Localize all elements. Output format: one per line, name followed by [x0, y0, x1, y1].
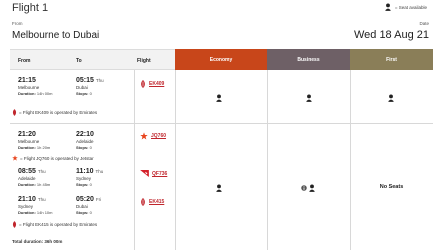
leg3-arrive: 05:20 Fri Dubai Stops: 0 — [76, 196, 102, 215]
operated-by-note: = Flight JQ760 is operated by Jetstar — [12, 155, 94, 161]
emirates-logo-icon — [12, 221, 17, 228]
emirates-logo-icon — [141, 80, 145, 88]
first-seat-available[interactable] — [387, 94, 395, 102]
col-from: From — [18, 58, 31, 64]
jetstar-star-icon — [12, 155, 18, 161]
flight-link-ek409[interactable]: EK409 — [140, 80, 164, 88]
seat-available-icon — [306, 94, 312, 102]
duration-value: 1h 45m — [36, 181, 51, 187]
divider — [267, 70, 268, 250]
stops-value: 0 — [89, 144, 92, 150]
business-seat-available[interactable] — [305, 94, 313, 102]
col-first: First — [350, 49, 433, 70]
option1-depart: 21:15 Melbourne Duration: 14h 00m — [18, 77, 52, 96]
arrive-time: 11:10 — [76, 168, 94, 175]
divider — [10, 123, 433, 124]
depart-time: 21:20 — [18, 131, 36, 138]
depart-time: 21:10 — [18, 196, 36, 203]
arrive-day: Thu — [95, 169, 104, 174]
depart-day: Thu — [37, 197, 46, 202]
option1-arrive: 05:15 Thu Dubai Stops: 0 — [76, 77, 104, 96]
arrive-day: Fri — [95, 197, 102, 202]
seat-available-icon — [216, 94, 222, 102]
leg2-arrive: 11:10 Thu Sydney Stops: 0 — [76, 168, 104, 187]
date-label: Date — [419, 21, 429, 26]
business-seat-available[interactable] — [301, 184, 316, 192]
seat-available-icon — [388, 94, 394, 102]
operated-by-note: = Flight EK409 is operated by Emirates — [12, 109, 97, 116]
jetstar-star-icon — [140, 132, 148, 140]
col-economy: Economy — [175, 49, 267, 70]
table-header: From To Flight — [10, 49, 175, 70]
leg3-depart: 21:10 Thu Sydney Duration: 14h 10m — [18, 196, 53, 215]
arrive-day: Thu — [95, 78, 104, 83]
divider — [134, 70, 135, 250]
col-to: To — [76, 58, 82, 64]
emirates-logo-icon — [141, 198, 145, 206]
depart-time: 08:55 — [18, 168, 36, 175]
info-icon — [301, 185, 307, 191]
route-title: Melbourne to Dubai — [12, 30, 100, 41]
arrive-time: 22:10 — [76, 131, 94, 138]
depart-day: Thu — [37, 169, 46, 174]
flight-title: Flight 1 — [12, 2, 49, 14]
seat-legend-text: = Seat available — [394, 4, 427, 10]
divider — [175, 70, 176, 250]
stops-value: 0 — [89, 209, 92, 215]
seat-available-icon — [385, 3, 391, 11]
seat-available-icon — [309, 184, 315, 192]
col-business: Business — [267, 49, 350, 70]
flight-results-table: From To Flight Economy Business First 21… — [10, 49, 433, 250]
leg1-arrive: 22:10 Adelaide Stops: 0 — [76, 131, 94, 150]
economy-seat-available[interactable] — [215, 184, 223, 192]
seat-legend: = Seat available — [384, 3, 427, 11]
flight-link-jq760[interactable]: JQ760 — [140, 132, 166, 140]
divider — [350, 70, 351, 250]
qantas-logo-icon — [140, 170, 149, 177]
operated-by-note: = Flight EK415 is operated by Emirates — [12, 221, 97, 228]
stops-label: Stops: — [76, 90, 89, 96]
duration-value: 1h 20m — [36, 144, 51, 150]
travel-date: Wed 18 Aug 21 — [353, 29, 429, 41]
economy-seat-available[interactable] — [215, 94, 223, 102]
depart-time: 21:15 — [18, 77, 36, 84]
duration-value: 14h 00m — [36, 90, 53, 96]
arrive-time: 05:20 — [76, 196, 94, 203]
first-no-seats: No Seats — [379, 184, 404, 190]
emirates-logo-icon — [12, 109, 17, 116]
total-duration: Total duration: 36h 00m — [12, 239, 63, 244]
flight-link-ek415[interactable]: EK415 — [140, 198, 164, 206]
stops-value: 0 — [89, 181, 92, 187]
leg1-depart: 21:20 Melbourne Duration: 1h 20m — [18, 131, 51, 150]
arrive-time: 05:15 — [76, 77, 94, 84]
flight-link-qf736[interactable]: QF736 — [140, 170, 167, 177]
duration-label: Duration: — [18, 90, 36, 96]
from-label: From — [12, 21, 23, 26]
seat-available-icon — [216, 184, 222, 192]
duration-value: 14h 10m — [36, 209, 53, 215]
leg2-depart: 08:55 Thu Adelaide Duration: 1h 45m — [18, 168, 51, 187]
stops-value: 0 — [89, 90, 92, 96]
col-flight: Flight — [137, 58, 151, 64]
